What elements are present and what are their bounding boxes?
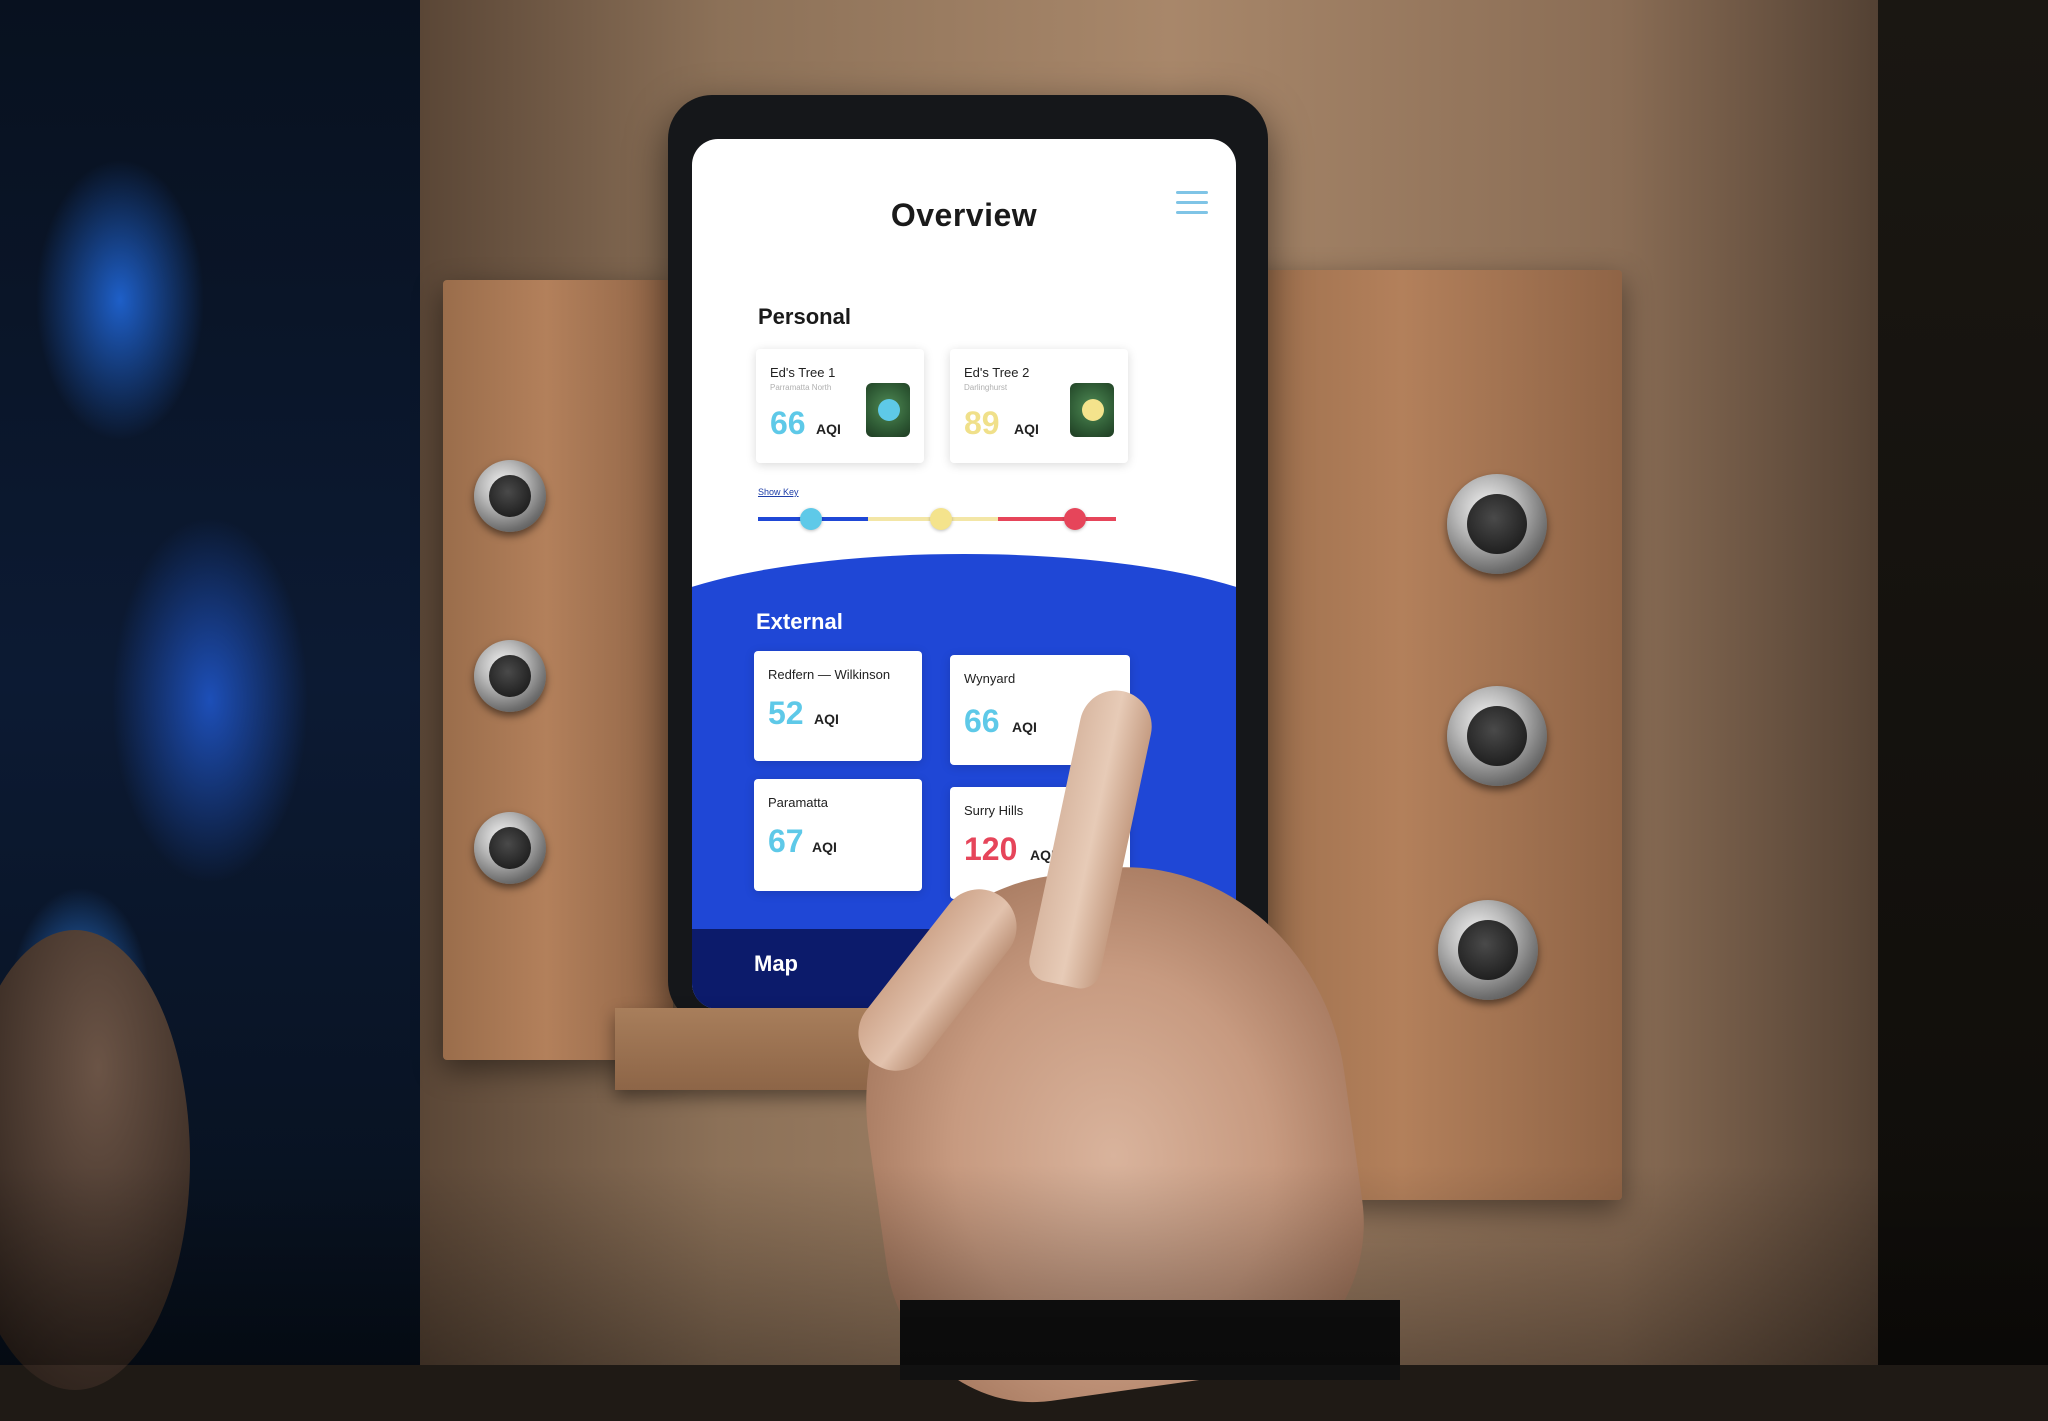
tree-face-icon: [1070, 383, 1114, 437]
aqi-unit: AQI: [1012, 719, 1037, 735]
aqi-unit: AQI: [814, 711, 839, 727]
card-name: Ed's Tree 1: [770, 365, 836, 380]
aqi-value: 120: [964, 831, 1018, 867]
card-name: Wynyard: [964, 671, 1016, 686]
aqi-value: 89: [964, 405, 1000, 441]
personal-card-tree-2[interactable]: Ed's Tree 2 Darlinghurst 89 AQI: [950, 349, 1128, 463]
card-name: Ed's Tree 2: [964, 365, 1030, 380]
external-heading: External: [756, 609, 843, 634]
show-key-link[interactable]: Show Key: [758, 487, 799, 497]
left-hardware-button-middle[interactable]: [474, 640, 546, 712]
tree-face-icon: [866, 383, 910, 437]
aqi-unit: AQI: [812, 839, 837, 855]
card-name: Paramatta: [768, 795, 828, 810]
aqi-value: 67: [768, 823, 804, 859]
personal-card-tree-1[interactable]: Ed's Tree 1 Parramatta North 66 AQI: [756, 349, 924, 463]
card-name: Surry Hills: [964, 803, 1024, 818]
key-bar-poor: [998, 517, 1116, 521]
page-title: Overview: [890, 197, 1038, 233]
map-tab[interactable]: Map: [754, 951, 798, 977]
right-hardware-button-middle[interactable]: [1447, 686, 1547, 786]
floor-shadow: [0, 1165, 2048, 1365]
left-hardware-button-top[interactable]: [474, 460, 546, 532]
external-card-paramatta[interactable]: Paramatta 67 AQI: [754, 779, 922, 891]
plant-wall-right: [1878, 0, 2048, 1365]
aqi-unit: AQI: [1014, 421, 1039, 437]
personal-heading: Personal: [758, 304, 851, 329]
card-name: Redfern — Wilkinson: [768, 667, 891, 682]
aqi-value: 66: [770, 405, 806, 441]
sad-face-icon: [1064, 508, 1086, 530]
right-hardware-button-top[interactable]: [1447, 474, 1547, 574]
aqi-value: 52: [768, 695, 804, 731]
aqi-unit: AQI: [816, 421, 841, 437]
card-location: Parramatta North: [770, 383, 832, 392]
happy-face-icon: [800, 508, 822, 530]
right-hardware-button-bottom[interactable]: [1438, 900, 1538, 1000]
aqi-value: 66: [964, 703, 1000, 739]
hamburger-menu-icon[interactable]: [1176, 191, 1208, 217]
neutral-face-icon: [930, 508, 952, 530]
left-hardware-button-bottom[interactable]: [474, 812, 546, 884]
external-card-redfern[interactable]: Redfern — Wilkinson 52 AQI: [754, 651, 922, 761]
card-location: Darlinghurst: [964, 383, 1008, 392]
